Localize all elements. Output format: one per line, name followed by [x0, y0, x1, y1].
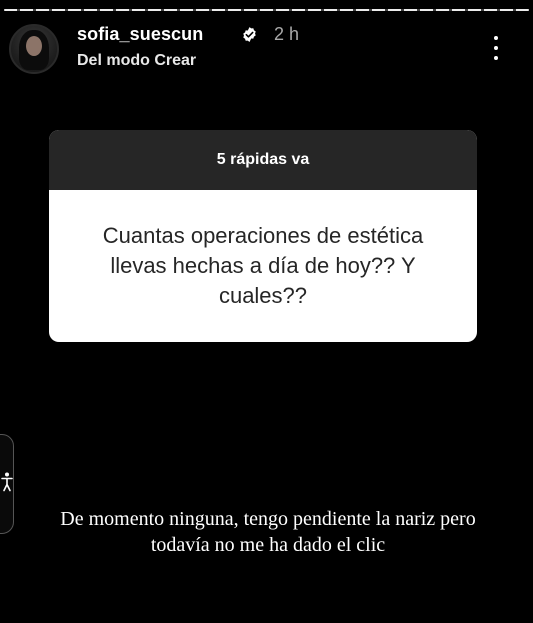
more-vertical-icon[interactable] [493, 36, 499, 60]
post-time: 2 h [274, 24, 300, 44]
question-sticker-title: 5 rápidas va [49, 130, 477, 190]
avatar[interactable] [9, 24, 59, 74]
story-subtitle[interactable]: Del modo Crear [77, 52, 196, 70]
answer-text: De momento ninguna, tengo pendiente la n… [60, 508, 476, 556]
question-sticker: 5 rápidas va Cuantas operaciones de esté… [49, 130, 477, 342]
verified-badge-icon [243, 27, 256, 42]
more-dot [494, 56, 498, 60]
story-progress-fill [4, 9, 529, 11]
question-sticker-text: Cuantas operaciones de estética llevas h… [102, 223, 424, 308]
more-dot [494, 36, 498, 40]
story-progress-bar [4, 9, 529, 11]
accessibility-icon[interactable] [1, 472, 13, 492]
avatar-face [26, 36, 42, 56]
username[interactable]: sofia_suescun [77, 24, 203, 45]
story-header: sofia_suescun 2 h Del modo Crear [9, 22, 523, 76]
more-dot [494, 46, 498, 50]
